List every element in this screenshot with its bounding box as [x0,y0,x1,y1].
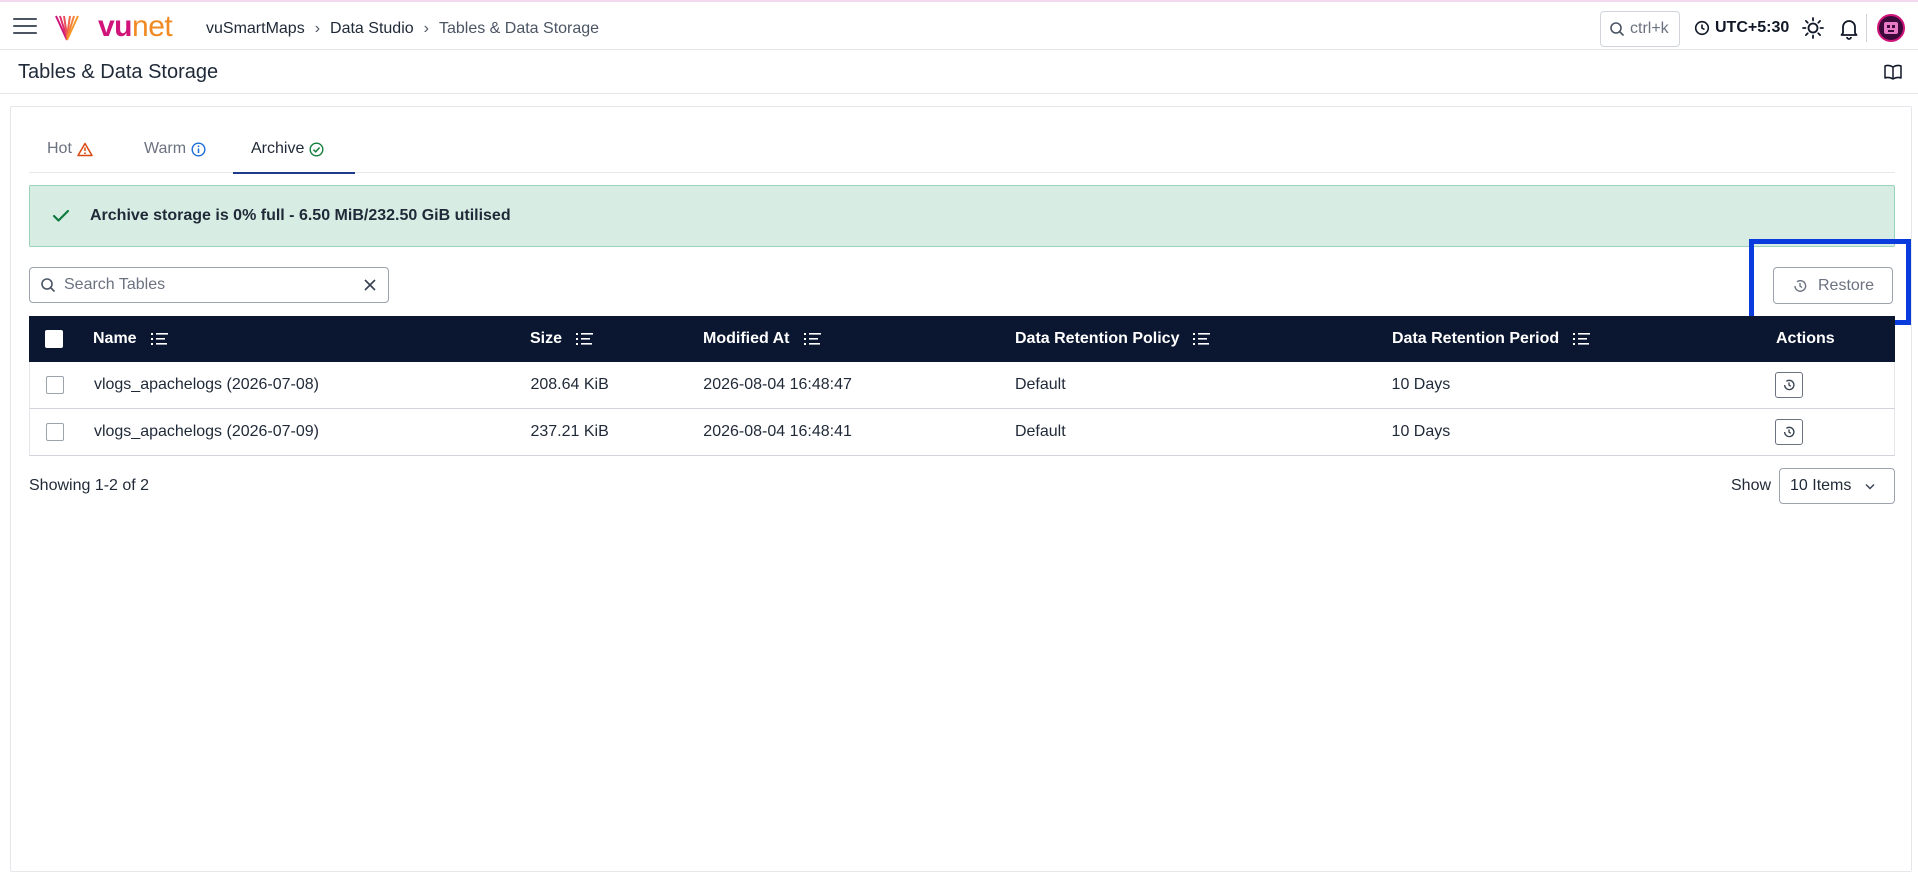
sort-icon[interactable] [576,332,594,346]
row-modified: 2026-08-04 16:48:41 [703,423,852,440]
sort-icon[interactable] [1193,332,1211,346]
column-header-actions: Actions [1776,316,1895,362]
row-restore-button[interactable] [1775,419,1804,445]
chevron-down-icon [1865,483,1875,489]
restore-history-icon [1794,279,1807,292]
page-size-select[interactable]: 10 Items [1779,468,1895,504]
restore-button[interactable]: Restore [1773,267,1893,304]
row-restore-button[interactable] [1775,372,1804,398]
breadcrumb-vusmartmaps[interactable]: vuSmartMaps [206,19,305,39]
column-header-size: Size [530,316,703,362]
row-policy: Default [1014,423,1066,440]
row-period: 10 Days [1391,423,1451,440]
tab-archive-label: Archive [251,140,305,157]
tab-warm-label: Warm [144,140,187,157]
check-circle-icon [309,141,324,157]
column-header-period: Data Retention Period [1392,316,1776,362]
sort-icon[interactable] [150,332,169,346]
menu-icon[interactable] [13,18,37,36]
clear-search-icon[interactable] [362,277,378,293]
page-title: Tables & Data Storage [18,61,219,83]
row-size: 208.64 KiB [530,376,609,393]
breadcrumb-data-studio[interactable]: Data Studio [330,19,414,39]
info-icon [191,141,206,157]
row-name: vlogs_apachelogs (2026-07-08) [93,376,319,393]
topbar-divider [1866,14,1867,42]
column-header-modified: Modified At [703,316,1015,362]
vunet-logo-icon [55,15,79,41]
row-checkbox[interactable] [46,423,64,441]
row-modified: 2026-08-04 16:48:47 [703,376,852,393]
column-header-actions-label: Actions [1776,330,1835,347]
table-header-row: Name Size Modified At Data Retention Pol… [29,316,1895,362]
search-tables-input[interactable] [64,276,354,294]
archive-tables-table: Name Size Modified At Data Retention Pol… [29,316,1895,456]
table-row: vlogs_apachelogs (2026-07-08) 208.64 KiB… [29,362,1895,409]
sort-icon[interactable] [1573,332,1591,346]
chevron-right-icon: › [423,20,429,37]
pagination-summary: Showing 1-2 of 2 [29,477,150,494]
storage-status-text: Archive storage is 0% full - 6.50 MiB/23… [90,207,511,224]
storage-tier-tabs: Hot Warm Archive [29,125,1895,174]
page-size-label: Show [1731,477,1772,494]
search-tables-box [29,267,389,303]
tab-archive[interactable]: Archive [233,125,355,174]
search-icon [1610,22,1625,37]
top-bar: vunet vuSmartMaps › Data Studio › Tables… [0,0,1918,50]
user-avatar[interactable] [1877,14,1905,42]
notification-bell-icon[interactable] [1837,16,1861,40]
global-search-button[interactable]: ctrl+k [1600,11,1680,47]
storage-status-alert: Archive storage is 0% full - 6.50 MiB/23… [29,185,1895,247]
column-header-policy: Data Retention Policy [1015,316,1392,362]
search-icon [41,278,56,293]
column-header-size-label: Size [530,330,563,347]
restore-button-label: Restore [1817,276,1875,294]
page-header: Tables & Data Storage [0,50,1918,94]
breadcrumb-current: Tables & Data Storage [438,20,600,37]
select-all-checkbox[interactable] [45,330,63,348]
avatar-face-icon [1884,22,1898,34]
column-header-policy-label: Data Retention Policy [1015,330,1180,347]
row-policy: Default [1014,376,1066,393]
column-header-modified-label: Modified At [703,330,790,347]
tab-hot[interactable]: Hot [29,125,122,173]
timezone-selector[interactable]: UTC+5:30 [1694,19,1789,37]
row-size: 237.21 KiB [530,423,609,440]
page-size-value: 10 Items [1790,477,1852,494]
column-header-name-label: Name [93,330,137,347]
breadcrumb: vuSmartMaps › Data Studio › Tables & Dat… [206,19,599,39]
tab-hot-label: Hot [47,140,72,157]
check-icon [52,209,70,222]
timezone-label: UTC+5:30 [1715,19,1790,36]
theme-toggle-sun-icon[interactable] [1801,16,1825,40]
sort-icon[interactable] [803,332,822,346]
tab-warm[interactable]: Warm [122,125,233,173]
vunet-logo[interactable]: vunet [98,10,173,44]
column-header-period-label: Data Retention Period [1392,330,1560,347]
row-period: 10 Days [1391,376,1451,393]
chevron-right-icon: › [314,20,321,37]
documentation-book-icon[interactable] [1884,64,1902,80]
column-header-name: Name [93,316,530,362]
warning-icon [77,142,93,156]
restore-history-icon [1784,379,1795,391]
search-shortcut-label: ctrl+k [1630,20,1669,37]
table-row: vlogs_apachelogs (2026-07-09) 237.21 KiB… [29,409,1895,456]
clock-icon [1694,20,1710,36]
restore-history-icon [1784,426,1795,438]
row-checkbox[interactable] [46,376,64,394]
row-name: vlogs_apachelogs (2026-07-09) [93,423,319,440]
storage-card: Hot Warm Archive Archive storage is 0% f… [10,106,1912,872]
